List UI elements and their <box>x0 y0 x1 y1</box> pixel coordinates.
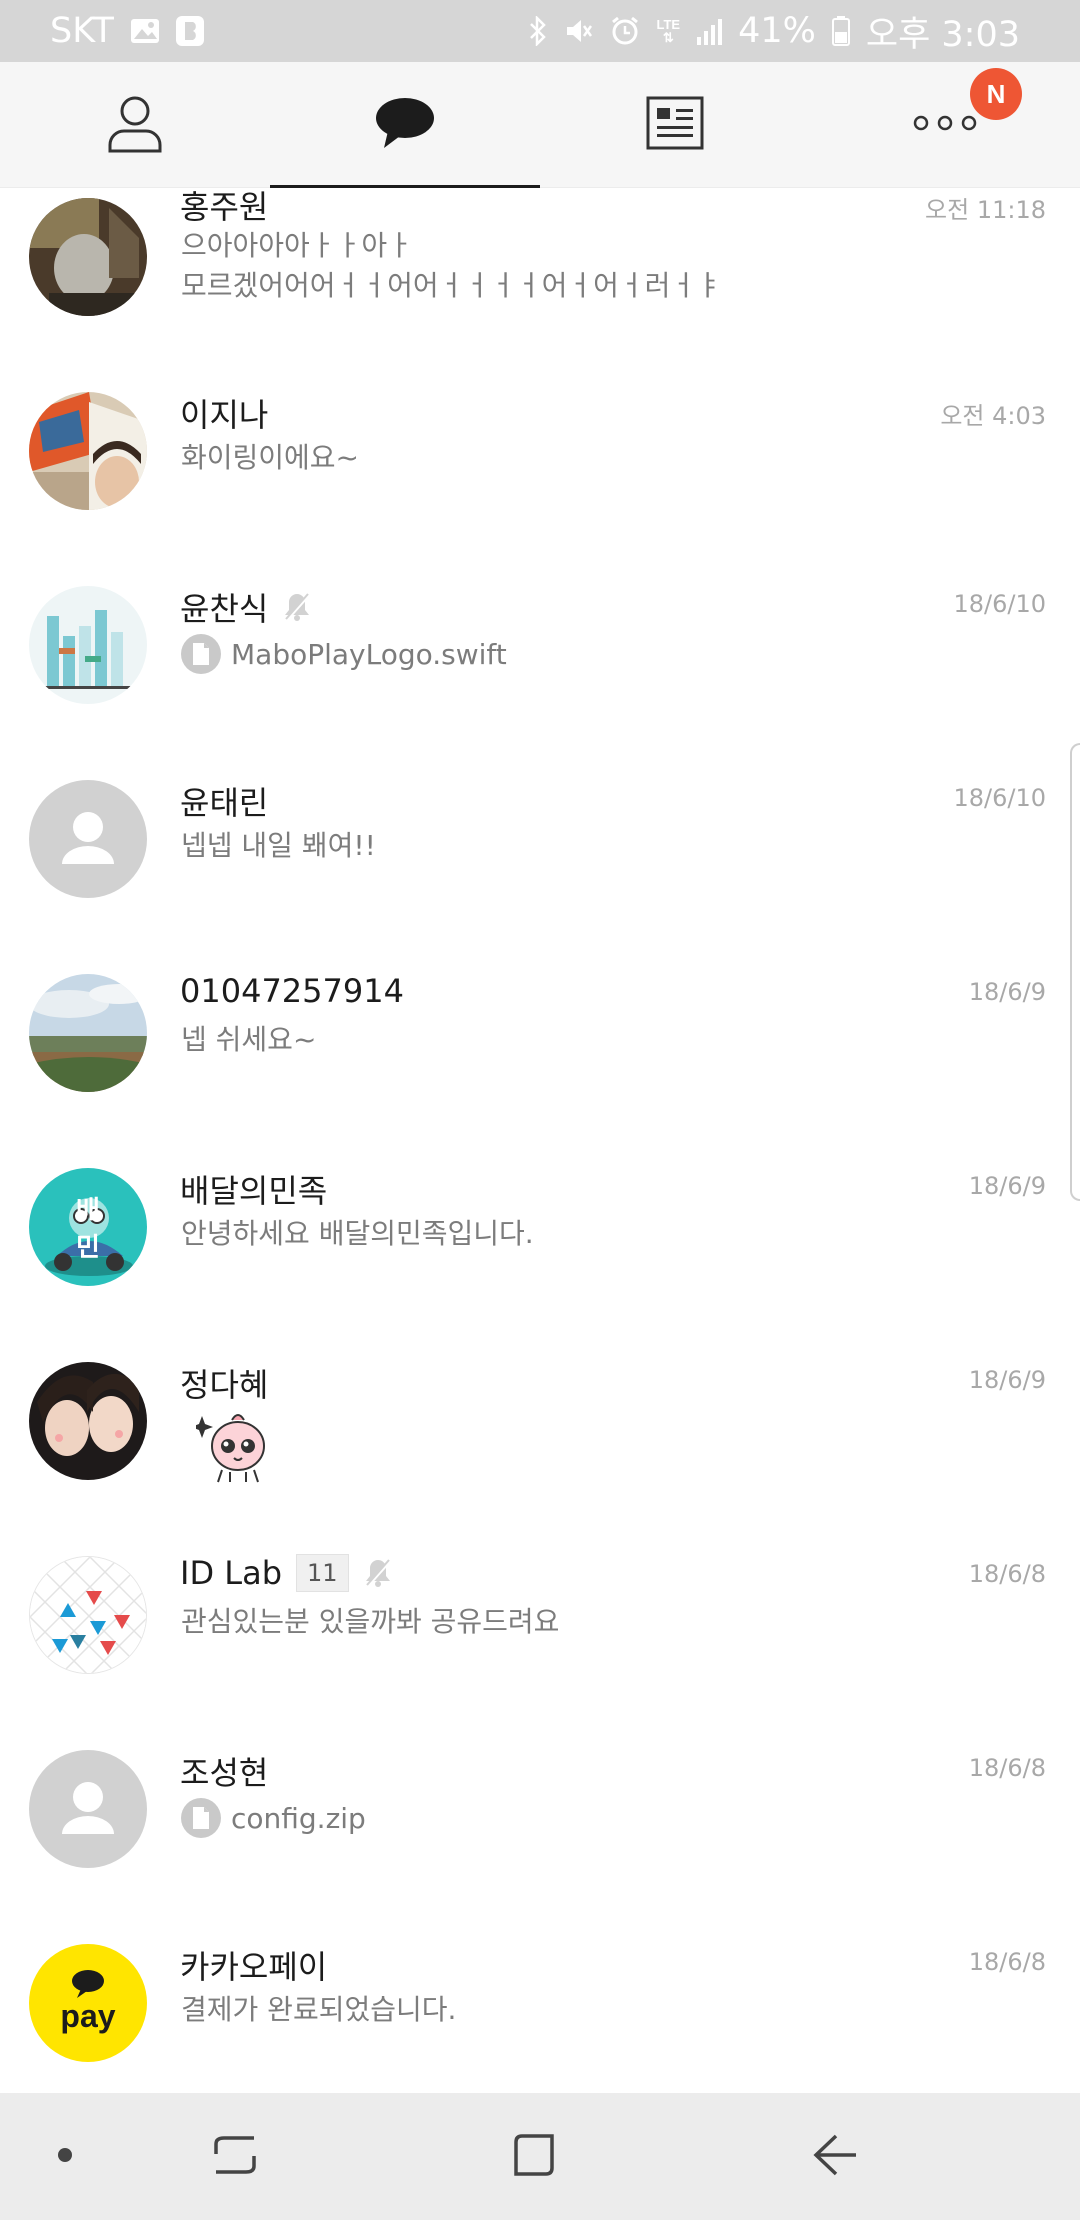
system-nav-bar <box>0 2093 1080 2220</box>
news-list-icon <box>646 96 704 154</box>
avatar <box>29 1362 147 1480</box>
file-attachment-preview: MaboPlayLogo.swift <box>181 634 507 674</box>
home-icon <box>512 2132 558 2182</box>
new-badge: N <box>970 68 1022 120</box>
chat-room-item[interactable]: ID Lab 11 18/6/8 관심있는분 있을까봐 공유드려요 <box>0 1540 1080 1734</box>
file-icon <box>181 1798 221 1838</box>
member-count: 11 <box>296 1554 349 1592</box>
lte-icon: LTE ⇅ <box>656 17 681 45</box>
chat-time: 18/6/10 <box>953 784 1046 812</box>
chat-room-item[interactable]: 윤찬식 18/6/10 MaboPlayLogo.swift <box>0 570 1080 764</box>
battery-percent: 41% <box>738 11 816 51</box>
main-tab-bar: N <box>0 62 1080 188</box>
default-avatar <box>29 780 147 898</box>
file-icon <box>181 634 221 674</box>
back-button[interactable] <box>780 2093 890 2220</box>
chat-room-item[interactable]: 01047257914 18/6/9 넵 쉬세요~ <box>0 958 1080 1152</box>
dot-button[interactable] <box>30 2093 100 2220</box>
chat-time: 18/6/8 <box>968 1754 1046 1782</box>
chat-room-item[interactable]: 홍주원 오전 11:18 으아아아아ㅏㅏ아ㅏ 모르겠어어어ㅓㅓ어어ㅓㅓㅓㅓ어ㅓ어… <box>0 188 1080 376</box>
file-name: config.zip <box>231 1801 366 1835</box>
chat-bubble-icon <box>374 96 436 154</box>
chat-time: 18/6/9 <box>968 1172 1046 1200</box>
muted-bell-icon <box>282 591 312 623</box>
file-name: MaboPlayLogo.swift <box>231 637 507 671</box>
tab-news[interactable] <box>540 62 810 188</box>
chat-name: 카카오페이 <box>180 1948 328 1986</box>
dot-icon <box>57 2147 73 2167</box>
chat-name: 조성현 <box>180 1754 269 1792</box>
tab-chats[interactable] <box>270 62 540 188</box>
alarm-icon <box>610 16 640 46</box>
muted-bell-icon <box>363 1557 393 1589</box>
chat-room-item[interactable]: 이지나 오전 4:03 화이링이에요~ <box>0 376 1080 570</box>
chat-room-item[interactable]: 배 민 배달의민족 18/6/9 안녕하세요 배달의민족입니다. <box>0 1152 1080 1346</box>
b-app-icon <box>175 16 204 46</box>
avatar <box>29 974 147 1092</box>
image-icon <box>130 18 160 44</box>
clock: 오후 3:03 <box>865 14 1020 55</box>
chat-name: 윤찬식 <box>180 590 269 628</box>
chat-preview: 넵 쉬세요~ <box>181 1023 317 1056</box>
home-button[interactable] <box>480 2093 590 2220</box>
chat-name: 홍주원 <box>180 188 269 226</box>
tab-friends[interactable] <box>0 62 270 188</box>
avatar <box>29 586 147 704</box>
chat-preview: 화이링이에요~ <box>181 441 360 474</box>
chat-time: 18/6/10 <box>953 590 1046 618</box>
tab-more[interactable] <box>810 62 1080 188</box>
back-icon <box>812 2132 858 2182</box>
avatar <box>29 1556 147 1674</box>
chat-preview: 결제가 완료되었습니다. <box>181 1993 457 2026</box>
chat-preview: 안녕하세요 배달의민족입니다. <box>181 1217 534 1250</box>
file-attachment-preview: config.zip <box>181 1798 366 1838</box>
chat-list[interactable]: 홍주원 오전 11:18 으아아아아ㅏㅏ아ㅏ 모르겠어어어ㅓㅓ어어ㅓㅓㅓㅓ어ㅓ어… <box>0 188 1080 2093</box>
chat-name: ID Lab <box>180 1554 282 1592</box>
chat-time: 18/6/8 <box>968 1948 1046 1976</box>
chat-name: 01047257914 <box>180 972 404 1010</box>
chat-name: 이지나 <box>180 396 269 434</box>
chat-room-item[interactable]: 정다혜 18/6/9 <box>0 1346 1080 1540</box>
battery-icon <box>831 16 850 46</box>
signal-icon <box>696 17 723 45</box>
bluetooth-icon <box>528 16 548 46</box>
chat-time: 오전 4:03 <box>940 402 1046 430</box>
chat-preview: 으아아아아ㅏㅏ아ㅏ 모르겠어어어ㅓㅓ어어ㅓㅓㅓㅓ어ㅓ어ㅓ러ㅓㅑ <box>181 229 722 302</box>
avatar <box>29 392 147 510</box>
avatar <box>29 198 147 316</box>
chat-time: 18/6/8 <box>968 1560 1046 1588</box>
kakaopay-avatar: pay <box>29 1944 147 2062</box>
avatar-text: pay <box>60 1998 116 2034</box>
chat-name: 배달의민족 <box>180 1172 328 1210</box>
avatar-text: 배 민 <box>76 1196 126 1263</box>
chat-name: 윤태린 <box>180 784 269 822</box>
default-avatar <box>29 1750 147 1868</box>
chat-name: 정다혜 <box>180 1366 269 1404</box>
chat-time: 오전 11:18 <box>925 196 1046 224</box>
carrier-label: SKT <box>50 11 114 51</box>
mute-icon <box>564 17 594 45</box>
chat-time: 18/6/9 <box>968 978 1046 1006</box>
sticker-preview <box>191 1406 272 1490</box>
status-bar: SKT LTE ⇅ 41% 오후 3:03 <box>0 0 1080 62</box>
fast-scroll-handle[interactable] <box>1070 743 1080 1201</box>
person-icon <box>107 93 163 157</box>
chat-room-item[interactable]: 윤태린 18/6/10 넵넵 내일 봬여!! <box>0 764 1080 958</box>
chat-preview: 관심있는분 있을까봐 공유드려요 <box>181 1605 560 1638</box>
chat-preview: 넵넵 내일 봬여!! <box>181 829 376 862</box>
chat-room-item[interactable]: 조성현 18/6/8 config.zip <box>0 1734 1080 1928</box>
recent-apps-icon <box>212 2134 258 2180</box>
baemin-avatar: 배 민 <box>29 1168 147 1286</box>
chat-room-item[interactable]: pay 카카오페이 18/6/8 결제가 완료되었습니다. <box>0 1928 1080 2093</box>
chat-time: 18/6/9 <box>968 1366 1046 1394</box>
more-dots-icon <box>913 114 977 136</box>
recent-apps-button[interactable] <box>180 2093 290 2220</box>
